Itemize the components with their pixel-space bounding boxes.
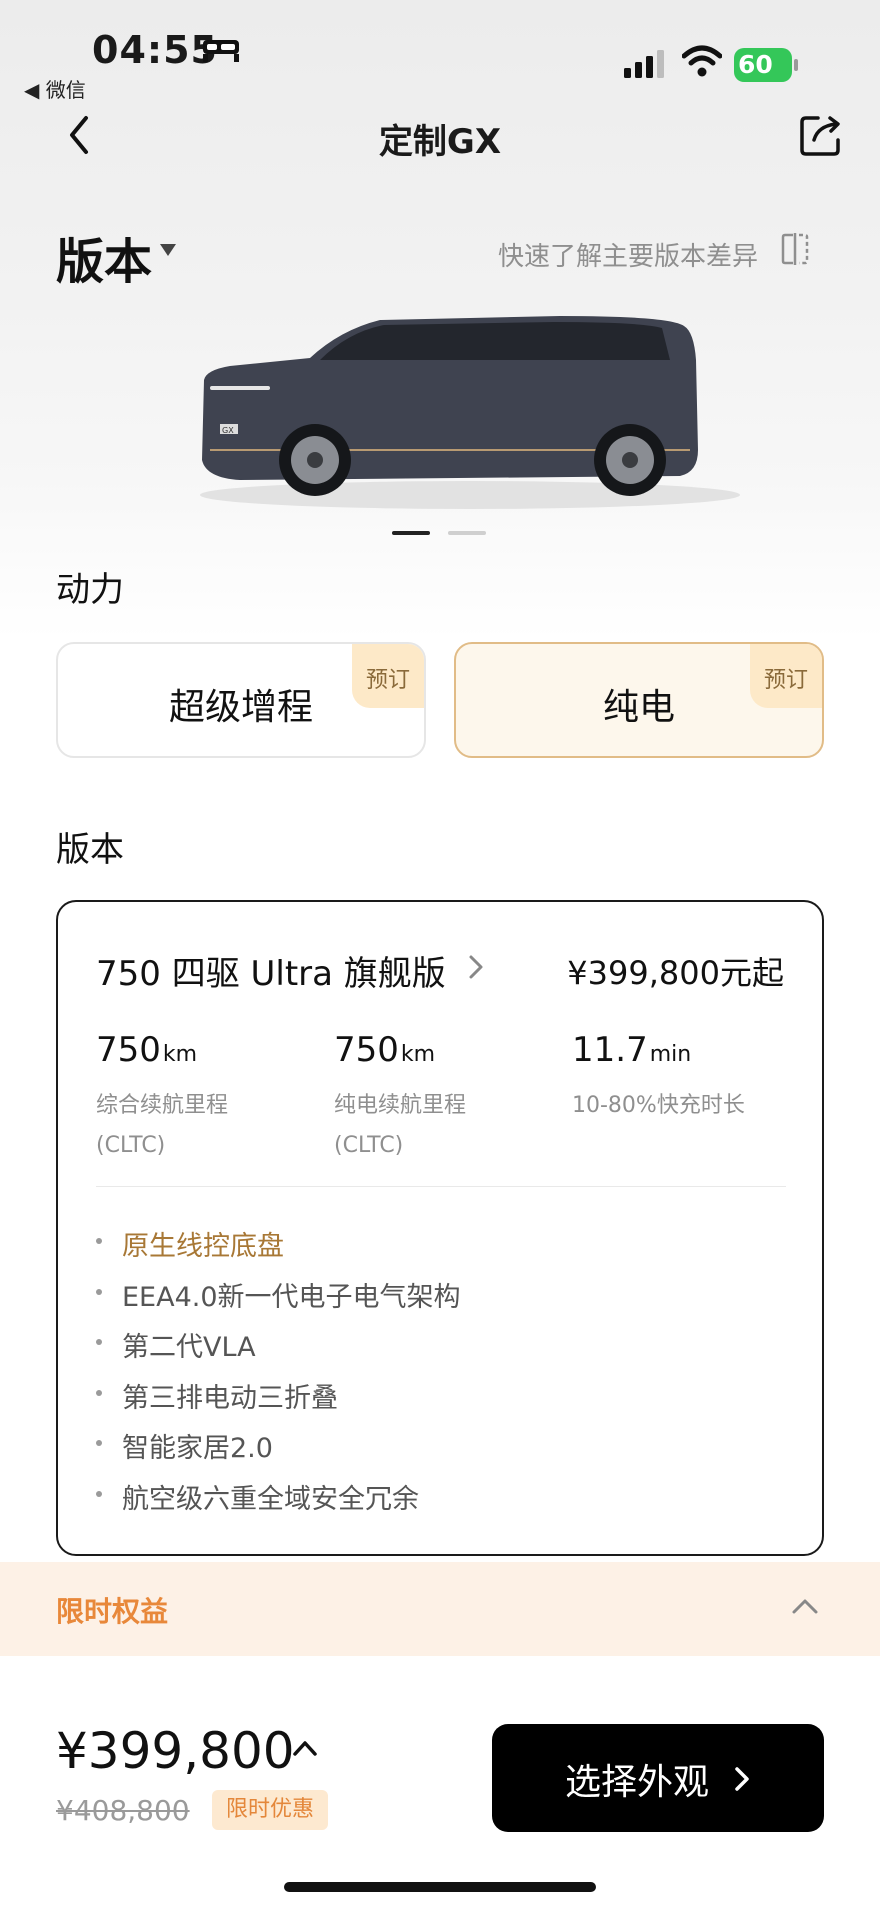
version-name[interactable]: 750 四驱 Ultra 旗舰版 [96, 946, 446, 995]
stat-unit: km [400, 1042, 436, 1067]
stat-label: 综合续航里程 (CLTC) [96, 1086, 326, 1166]
divider [96, 1186, 786, 1187]
original-price: ¥408,800 [56, 1794, 190, 1827]
version-price: ¥399,800元起 [567, 954, 784, 992]
stat-value: 750 [334, 1030, 399, 1070]
version-card[interactable]: 750 四驱 Ultra 旗舰版 ¥399,800元起 750km 综合续航里程… [56, 900, 824, 1556]
stat-fast-charge: 11.7min 10-80%快充时长 [572, 1030, 802, 1126]
gallery-dot[interactable] [448, 531, 486, 535]
stat-value: 11.7 [572, 1030, 648, 1070]
limited-benefits-bar[interactable]: 限时权益 [0, 1562, 880, 1656]
battery-tip [794, 59, 798, 71]
feature-list: 原生线控底盘 EEA4.0新一代电子电气架构 第二代VLA 第三排电动三折叠 智… [96, 1224, 461, 1528]
stat-label-line: (CLTC) [334, 1133, 404, 1158]
stat-label-line: 综合续航里程 [96, 1093, 229, 1118]
page-title: 定制GX [378, 122, 502, 162]
select-exterior-button[interactable]: 选择外观 [492, 1724, 824, 1832]
home-indicator [284, 1882, 596, 1892]
status-bar: 04:55 ◀ 微信 60 [0, 0, 880, 103]
stat-label: 纯电续航里程 (CLTC) [334, 1086, 564, 1166]
car-badge: GX [222, 426, 234, 435]
stat-label-line: (CLTC) [96, 1133, 166, 1158]
stat-value: 750 [96, 1030, 161, 1070]
feature-item: 智能家居2.0 [96, 1426, 461, 1477]
share-icon[interactable] [796, 110, 846, 160]
wifi-icon [682, 45, 722, 77]
power-option-electric[interactable]: 纯电 预订 [454, 642, 824, 758]
navigation-bar: 定制GX [0, 100, 880, 180]
stat-unit: min [649, 1042, 692, 1067]
feature-item: 第二代VLA [96, 1325, 461, 1376]
feature-item: EEA4.0新一代电子电气架构 [96, 1275, 461, 1326]
version-dropdown-title[interactable]: 版本 [56, 222, 152, 292]
power-option-range-extender[interactable]: 超级增程 预订 [56, 642, 426, 758]
compare-icon[interactable] [780, 232, 810, 266]
version-section-label: 版本 [56, 830, 124, 870]
feature-item: 原生线控底盘 [96, 1224, 461, 1275]
gallery-pagination [392, 531, 492, 537]
feature-item: 第三排电动三折叠 [96, 1376, 461, 1427]
chevron-right-icon[interactable] [466, 952, 486, 982]
promo-badge: 限时优惠 [212, 1790, 328, 1830]
cellular-signal-icon [624, 50, 664, 78]
limited-benefits-title: 限时权益 [56, 1595, 169, 1628]
stat-label-line: 纯电续航里程 [334, 1093, 467, 1118]
compare-versions-link[interactable]: 快速了解主要版本差异 [498, 236, 758, 273]
stat-electric-range: 750km 纯电续航里程 (CLTC) [334, 1030, 564, 1166]
stat-combined-range: 750km 综合续航里程 (CLTC) [96, 1030, 326, 1166]
preorder-tag: 预订 [352, 644, 424, 708]
chevron-up-icon[interactable] [292, 1738, 318, 1758]
preorder-tag: 预订 [750, 644, 822, 708]
feature-item: 航空级六重全域安全冗余 [96, 1477, 461, 1528]
chevron-up-icon[interactable] [790, 1596, 820, 1616]
total-price[interactable]: ¥399,800 [56, 1722, 295, 1780]
car-image[interactable]: GX [170, 300, 750, 520]
battery-indicator: 60 [734, 48, 798, 82]
stat-label-line: 10-80%快充时长 [572, 1093, 745, 1118]
chevron-right-icon [735, 1767, 749, 1791]
back-to-wechat-link[interactable]: ◀ 微信 [24, 74, 86, 103]
caret-down-icon[interactable] [158, 242, 178, 258]
select-exterior-label: 选择外观 [564, 1762, 709, 1803]
stat-label: 10-80%快充时长 [572, 1086, 802, 1126]
stat-unit: km [162, 1042, 198, 1067]
bed-icon [203, 40, 239, 62]
status-time: 04:55 [92, 28, 218, 72]
battery-level: 60 [738, 50, 773, 79]
gallery-dot-active[interactable] [392, 531, 430, 535]
power-section-label: 动力 [56, 570, 124, 610]
